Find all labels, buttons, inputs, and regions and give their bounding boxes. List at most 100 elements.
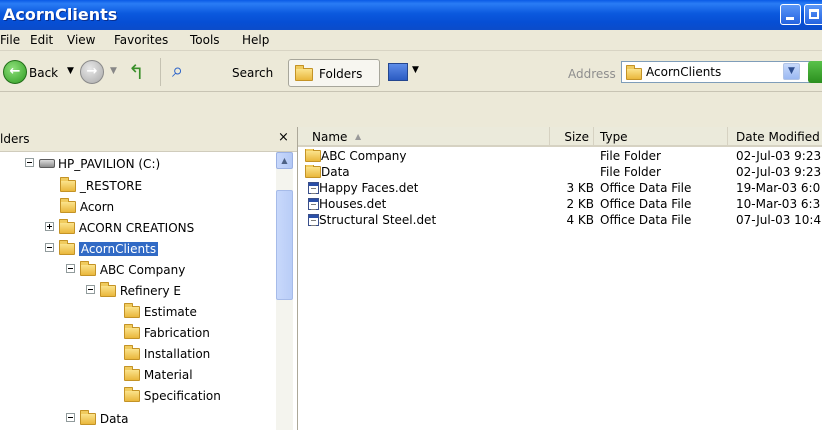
menu-view[interactable]: View [67,33,95,47]
column-header-date-modified[interactable]: Date Modified [728,127,822,147]
up-folder-icon[interactable]: ↰ [128,60,145,84]
tree-item-label: Acorn [79,200,115,214]
tree-item-data[interactable]: Data [66,410,128,428]
minimize-button[interactable] [780,4,801,25]
tree-item-specification[interactable]: Specification [124,387,221,405]
collapse-icon[interactable] [86,285,95,294]
forward-arrow-icon[interactable]: → [80,60,104,84]
menu-bar: File Edit View Favorites Tools Help [0,30,822,51]
folder-icon [100,282,116,297]
tree-item-label: Estimate [143,305,197,319]
tree-item-hp-pavilion[interactable]: HP_PAVILION (C:) [25,155,160,173]
back-button[interactable]: Back [29,66,58,80]
expand-icon[interactable] [45,222,54,231]
back-dropdown-icon[interactable]: ▼ [67,66,74,76]
tree-item-fabrication[interactable]: Fabrication [124,324,210,342]
tree-item-restore[interactable]: _RESTORE [60,177,142,195]
column-header-type[interactable]: Type [594,127,728,147]
views-icon [388,63,408,81]
address-value: AcornClients [646,65,722,79]
file-size: 3 KB [566,181,594,195]
data-file-icon [308,182,319,194]
folder-icon [124,387,140,402]
collapse-icon[interactable] [45,243,54,252]
maximize-button[interactable] [804,4,822,25]
folder-icon [124,324,140,339]
folders-button[interactable]: Folders [288,59,380,87]
folder-icon [59,219,75,234]
list-item[interactable]: ABC Company [305,149,407,163]
folders-label: Folders [319,67,363,81]
menu-tools[interactable]: Tools [190,33,220,47]
file-date: 19-Mar-03 6:0 [736,181,821,195]
column-date-label: Date Modified [736,130,820,144]
go-button[interactable] [808,61,822,83]
data-file-icon [308,198,319,210]
file-type: Office Data File [600,213,692,227]
file-size: 2 KB [566,197,594,211]
file-type: File Folder [600,165,661,179]
list-item[interactable]: Happy Faces.det [308,181,418,195]
views-button[interactable]: ▼ [386,59,426,87]
tree-item-label: _RESTORE [79,179,143,193]
folder-icon [60,177,76,192]
folder-pane-title: lders [0,132,30,146]
file-name: Structural Steel.det [319,213,437,227]
back-arrow-icon[interactable]: ← [3,60,27,84]
file-name: Houses.det [319,197,387,211]
collapse-icon[interactable] [25,158,34,167]
drive-icon [39,159,55,168]
address-label: Address [568,67,616,81]
list-item[interactable]: Structural Steel.det [308,213,436,227]
tree-item-installation[interactable]: Installation [124,345,210,363]
tree-item-acorn-creations[interactable]: ACORN CREATIONS [45,219,194,237]
tree-item-abc-company[interactable]: ABC Company [66,261,185,279]
tree-item-material[interactable]: Material [124,366,193,384]
tree-item-label: ABC Company [99,263,186,277]
address-dropdown-icon[interactable]: ▼ [783,63,800,80]
forward-dropdown-icon[interactable]: ▼ [110,66,117,76]
menu-help[interactable]: Help [242,33,269,47]
file-date: 07-Jul-03 10:4 [736,213,822,227]
file-date: 10-Mar-03 6:3 [736,197,821,211]
tree-item-estimate[interactable]: Estimate [124,303,197,321]
scroll-thumb[interactable] [276,190,293,300]
address-folder-icon [626,65,642,80]
file-name: Data [321,165,350,179]
list-item[interactable]: Data [305,165,350,179]
tree-item-label: Installation [143,347,211,361]
folder-icon [80,261,96,276]
tree-item-label: Material [143,368,193,382]
data-file-icon [308,214,319,226]
search-icon[interactable]: ⌕ [172,58,183,82]
sort-ascending-icon: ▲ [355,132,362,141]
toolbar-separator [160,58,161,86]
tree-item-acorn[interactable]: Acorn [60,198,114,216]
menu-file[interactable]: File [0,33,20,47]
tree-scrollbar[interactable]: ▲ [276,152,293,430]
close-pane-icon[interactable]: × [278,130,289,145]
title-bar[interactable]: AcornClients [0,0,822,30]
collapse-icon[interactable] [66,264,75,273]
column-header-name[interactable]: Name ▲ [298,127,550,147]
tree-item-refinery-e[interactable]: Refinery E [86,282,181,300]
folder-icon [124,366,140,381]
tree-item-acornclients[interactable]: AcornClients [45,240,159,258]
column-header-size[interactable]: Size [550,127,594,147]
menu-edit[interactable]: Edit [30,33,53,47]
file-type: Office Data File [600,197,692,211]
folder-icon [80,410,96,425]
list-item[interactable]: Houses.det [308,197,386,211]
tree-item-label: Refinery E [119,284,181,298]
folder-open-icon [59,240,75,255]
column-size-label: Size [564,130,589,144]
file-date: 02-Jul-03 9:23 [736,149,822,163]
column-type-label: Type [600,130,628,144]
file-type: File Folder [600,149,661,163]
scroll-up-icon[interactable]: ▲ [276,152,293,169]
menu-favorites[interactable]: Favorites [114,33,168,47]
search-button[interactable]: Search [232,66,273,80]
tree-item-label: Specification [143,389,221,403]
tree-item-label: ACORN CREATIONS [78,221,195,235]
collapse-icon[interactable] [66,413,75,422]
